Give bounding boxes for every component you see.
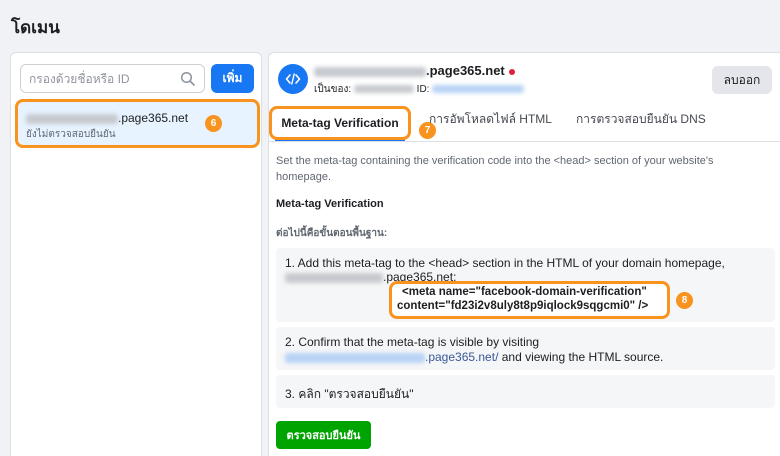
- header-domain-suffix: .page365.net: [426, 63, 505, 78]
- callout-badge-6: 6: [205, 115, 222, 132]
- meta-tag-line-2: content="fd23i2v8uly8t8p9iqlock9sqgcmi0"…: [397, 300, 649, 312]
- domain-item-suffix: .page365.net: [118, 111, 189, 125]
- step-1: 1. Add this meta-tag to the <head> secti…: [276, 248, 775, 322]
- tab-dns[interactable]: การตรวจสอบยืนยัน DNS: [576, 110, 706, 129]
- step-3: 3. คลิก "ตรวจสอบยืนยัน": [276, 375, 775, 408]
- step1-text: 1. Add this meta-tag to the <head> secti…: [285, 256, 725, 270]
- step3-text: 3. คลิก "ตรวจสอบยืนยัน": [285, 387, 414, 401]
- header-meta: เป็นของ: ID:: [314, 82, 525, 97]
- section-title: Meta-tag Verification: [276, 198, 384, 210]
- owner-label: เป็นของ:: [314, 84, 352, 95]
- meta-tag-line-1: <meta name="facebook-domain-verification…: [402, 286, 647, 298]
- step2-text: 2. Confirm that the meta-tag is visible …: [285, 335, 540, 349]
- steps-intro: ต่อไปนี้คือขั้นตอนพื้นฐาน:: [276, 228, 388, 239]
- add-domain-button[interactable]: เพิ่ม: [211, 64, 254, 93]
- code-icon: [278, 64, 308, 94]
- callout-badge-8: 8: [676, 292, 693, 309]
- description: Set the meta-tag containing the verifica…: [276, 155, 714, 183]
- tabs-divider: [269, 141, 780, 142]
- domain-item-status: ยังไม่ตรวจสอบยืนยัน: [26, 129, 116, 140]
- domain-list-item[interactable]: .page365.net ยังไม่ตรวจสอบยืนยัน 6: [15, 99, 260, 148]
- search-icon: [180, 71, 195, 86]
- remove-button[interactable]: ลบออก: [712, 66, 772, 94]
- verify-button[interactable]: ตรวจสอบยืนยัน: [276, 421, 371, 449]
- step2-after: and viewing the HTML source.: [498, 350, 664, 364]
- status-dot: [508, 68, 515, 75]
- header-domain-name: .page365.net: [314, 63, 515, 78]
- id-label: ID:: [416, 84, 430, 95]
- redacted-text: [285, 352, 425, 363]
- step2-link-line: .page365.net/ and viewing the HTML sourc…: [285, 350, 663, 364]
- page-title: โดเมน: [11, 18, 60, 37]
- step-2: 2. Confirm that the meta-tag is visible …: [276, 327, 775, 370]
- domain-item-name: .page365.net: [26, 111, 188, 125]
- meta-tag-code[interactable]: <meta name="facebook-domain-verification…: [389, 281, 670, 319]
- domain-list-panel: เพิ่ม .page365.net ยังไม่ตรวจสอบยืนยัน 6: [10, 52, 262, 456]
- redacted-text: [353, 85, 414, 94]
- domain-link[interactable]: .page365.net/: [425, 350, 498, 364]
- redacted-text: [285, 272, 383, 283]
- redacted-text: [314, 66, 426, 77]
- domain-detail-panel: .page365.net เป็นของ: ID: ลบออก Meta-tag…: [268, 52, 780, 456]
- redacted-text: [432, 85, 525, 94]
- tab-meta-tag[interactable]: Meta-tag Verification: [269, 106, 411, 140]
- search-input[interactable]: [21, 65, 171, 92]
- redacted-text: [26, 113, 118, 124]
- tab-html-upload[interactable]: การอัพโหลดไฟล์ HTML: [429, 110, 552, 129]
- search-field[interactable]: [20, 64, 205, 93]
